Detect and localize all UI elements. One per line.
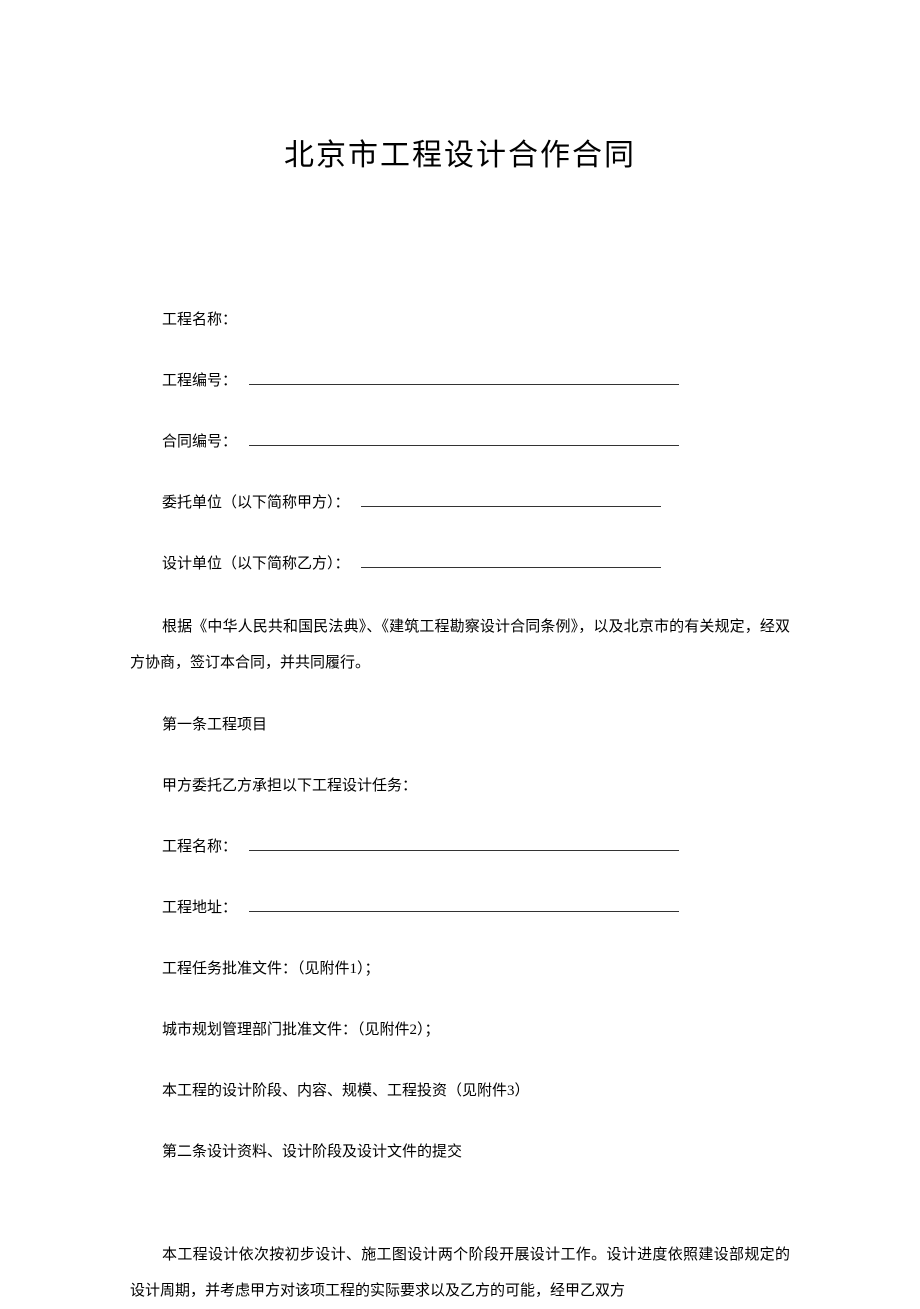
article2-body: 本工程设计依次按初步设计、施工图设计两个阶段开展设计工作。设计进度依照建设部规定… xyxy=(130,1237,790,1309)
article1-approval2: 城市规划管理部门批准文件：（见附件2）； xyxy=(130,1014,790,1047)
article1-approval1: 工程任务批准文件：（见附件1）； xyxy=(130,953,790,986)
project-no-label: 工程编号： xyxy=(162,373,237,389)
field-contract-no: 合同编号： xyxy=(130,426,790,459)
article1-heading: 第一条工程项目 xyxy=(130,709,790,742)
field-party-b: 设计单位（以下简称乙方）： xyxy=(130,548,790,581)
field-a1-project-addr: 工程地址： xyxy=(130,892,790,925)
party-b-label: 设计单位（以下简称乙方）： xyxy=(162,556,350,572)
article1-approval3: 本工程的设计阶段、内容、规模、工程投资（见附件3） xyxy=(130,1075,790,1108)
a1-project-name-blank xyxy=(249,836,679,851)
article1-intro: 甲方委托乙方承担以下工程设计任务： xyxy=(130,770,790,803)
article2-heading: 第二条设计资料、设计阶段及设计文件的提交 xyxy=(130,1136,790,1169)
spacer xyxy=(130,1197,790,1237)
party-a-label: 委托单位（以下简称甲方）： xyxy=(162,495,350,511)
field-party-a: 委托单位（以下简称甲方）： xyxy=(130,487,790,520)
a1-project-addr-blank xyxy=(249,897,679,912)
a1-project-name-label: 工程名称： xyxy=(162,839,237,855)
document-title: 北京市工程设计合作合同 xyxy=(130,130,790,174)
party-b-blank xyxy=(361,553,661,568)
a1-project-addr-label: 工程地址： xyxy=(162,900,237,916)
document-body: 工程名称： 工程编号： 合同编号： 委托单位（以下简称甲方）： 设计单位（以下简… xyxy=(130,304,790,1309)
field-a1-project-name: 工程名称： xyxy=(130,831,790,864)
party-a-blank xyxy=(361,492,661,507)
contract-no-blank xyxy=(249,431,679,446)
field-project-name: 工程名称： xyxy=(130,304,790,337)
project-no-blank xyxy=(249,370,679,385)
field-project-no: 工程编号： xyxy=(130,365,790,398)
intro-paragraph: 根据《中华人民共和国民法典》、《建筑工程勘察设计合同条例》，以及北京市的有关规定… xyxy=(130,609,790,681)
contract-no-label: 合同编号： xyxy=(162,434,237,450)
project-name-label: 工程名称： xyxy=(162,312,237,328)
